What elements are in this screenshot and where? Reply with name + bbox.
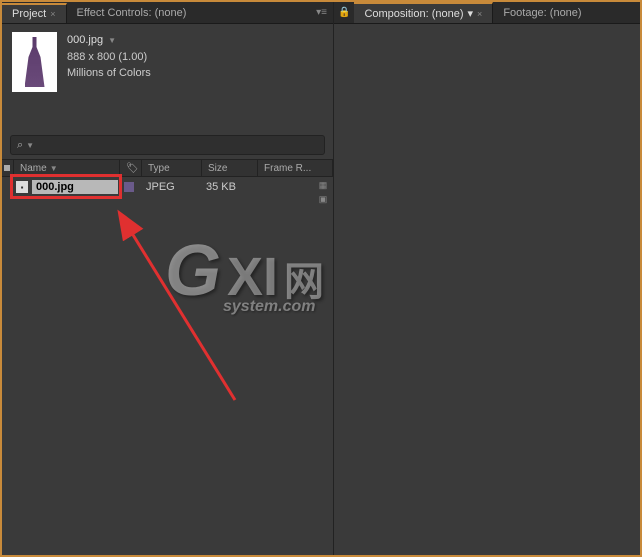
column-label: Size: [208, 163, 227, 174]
bullet-icon: [4, 165, 10, 171]
close-icon[interactable]: ×: [50, 9, 55, 19]
asset-size: 35 KB: [200, 181, 256, 193]
file-name: 000.jpg: [67, 34, 103, 46]
composition-viewer[interactable]: [334, 24, 640, 555]
chevron-down-icon[interactable]: ▼: [26, 141, 34, 150]
columns-header: Name ▼ 🏷 Type Size Frame R...: [2, 159, 333, 177]
asset-tag[interactable]: [118, 182, 140, 192]
color-swatch: [124, 182, 134, 192]
composition-panel: 🔒 Composition: (none) ▾ × Footage: (none…: [334, 2, 640, 555]
tab-composition[interactable]: Composition: (none) ▾ ×: [354, 2, 493, 23]
close-icon[interactable]: ×: [477, 9, 482, 19]
lock-icon[interactable]: 🔒: [334, 7, 354, 18]
right-tab-bar: 🔒 Composition: (none) ▾ × Footage: (none…: [334, 2, 640, 24]
file-icon: ▪: [16, 181, 28, 193]
column-frame-rate[interactable]: Frame R...: [258, 160, 333, 176]
asset-row[interactable]: ▪ 000.jpg JPEG 35 KB: [2, 177, 333, 197]
tab-label: Footage: (none): [503, 7, 581, 19]
left-tab-bar: Project × Effect Controls: (none) ▾≡: [2, 2, 333, 24]
tab-footage[interactable]: Footage: (none): [493, 4, 591, 22]
asset-type: JPEG: [140, 181, 200, 193]
grid-icon[interactable]: ▦: [317, 179, 329, 191]
tag-icon: 🏷: [126, 163, 139, 174]
tab-project[interactable]: Project ×: [2, 3, 67, 23]
asset-list[interactable]: ▪ 000.jpg JPEG 35 KB ▦ ▣: [2, 177, 333, 537]
search-input[interactable]: ⌕ ▼: [10, 135, 325, 155]
sort-icon: ▼: [50, 164, 58, 173]
column-type[interactable]: Type: [142, 160, 202, 176]
asset-thumbnail[interactable]: [12, 32, 57, 92]
column-name[interactable]: Name ▼: [14, 160, 120, 176]
tab-label: Project: [12, 8, 46, 20]
chevron-down-icon[interactable]: ▾: [468, 7, 474, 20]
file-info-block: 000.jpg ▼ 888 x 800 (1.00) Millions of C…: [67, 32, 151, 92]
column-indicator[interactable]: [2, 160, 14, 176]
app-frame: Project × Effect Controls: (none) ▾≡ 000…: [0, 0, 642, 557]
tab-label: Effect Controls: (none): [77, 7, 187, 19]
tab-label: Composition: (none): [364, 8, 463, 20]
panel-menu-icon[interactable]: ▾≡: [310, 7, 333, 18]
asset-name[interactable]: 000.jpg: [32, 180, 118, 194]
file-colors: Millions of Colors: [67, 65, 151, 82]
column-label: Frame R...: [264, 163, 311, 174]
file-dimensions: 888 x 800 (1.00): [67, 49, 151, 66]
search-icon: ⌕: [17, 139, 23, 152]
column-size[interactable]: Size: [202, 160, 258, 176]
column-tag[interactable]: 🏷: [120, 160, 142, 176]
column-label: Name: [20, 163, 47, 174]
dropdown-icon[interactable]: ▼: [108, 36, 116, 45]
row-action-icons: ▦ ▣: [317, 179, 331, 207]
asset-info: 000.jpg ▼ 888 x 800 (1.00) Millions of C…: [2, 24, 333, 100]
folder-icon[interactable]: ▣: [317, 193, 329, 205]
column-label: Type: [148, 163, 170, 174]
project-panel: Project × Effect Controls: (none) ▾≡ 000…: [2, 2, 334, 555]
tab-effect-controls[interactable]: Effect Controls: (none): [67, 4, 197, 22]
thumbnail-image: [25, 37, 45, 87]
